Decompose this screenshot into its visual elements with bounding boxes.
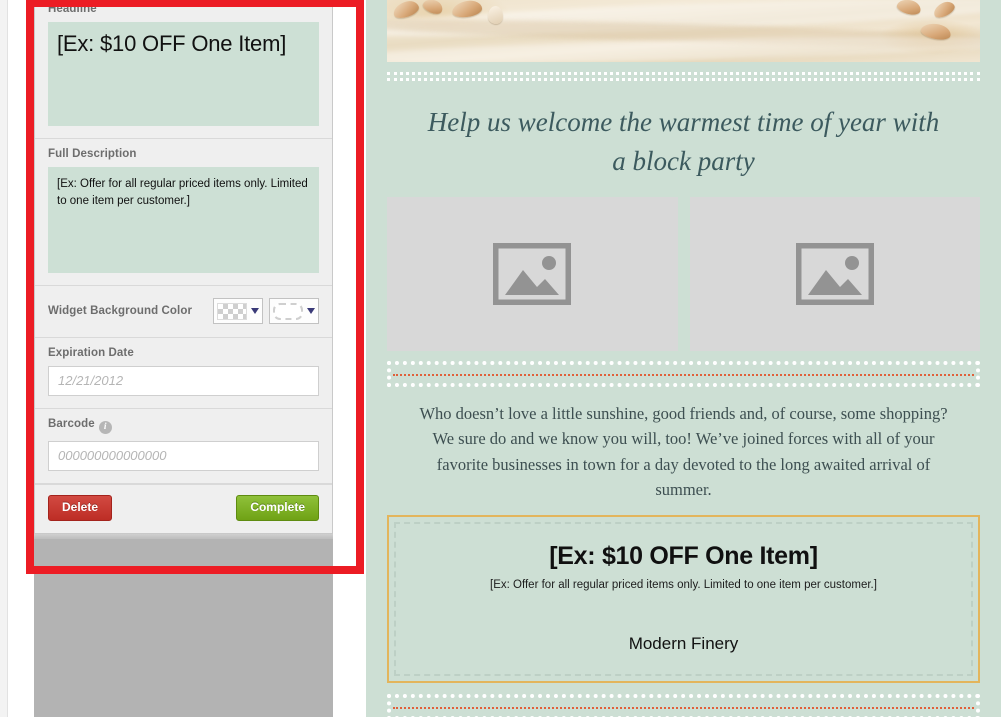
picture-icon: [795, 242, 874, 305]
email-preview-pane: Help us welcome the warmest time of year…: [366, 0, 1001, 717]
description-input[interactable]: [Ex: Offer for all regular priced items …: [48, 167, 319, 273]
offer-form-panel: Headline [Ex: $10 OFF One Item] Full Des…: [34, 0, 333, 535]
preview-headline[interactable]: Help us welcome the warmest time of year…: [366, 81, 1001, 197]
bottom-dropzone[interactable]: [387, 694, 980, 717]
complete-button[interactable]: Complete: [236, 495, 319, 522]
app-root: Headline [Ex: $10 OFF One Item] Full Des…: [0, 0, 1001, 717]
widget-background-color-label: Widget Background Color: [48, 305, 193, 317]
preview-body-copy[interactable]: Who doesn’t love a little sunshine, good…: [366, 387, 1001, 515]
description-field-row: Full Description [Ex: Offer for all regu…: [35, 139, 332, 286]
headline-field-row: Headline [Ex: $10 OFF One Item]: [35, 0, 332, 139]
chevron-down-icon: [251, 308, 259, 314]
sand-banner-image[interactable]: [387, 0, 980, 62]
form-action-bar: Delete Complete: [35, 484, 332, 533]
barcode-label-text: Barcode: [48, 418, 95, 430]
image-placeholder-1[interactable]: [387, 196, 678, 351]
picture-icon: [493, 242, 572, 305]
top-dropzone[interactable]: [387, 72, 980, 81]
editor-pane: Headline [Ex: $10 OFF One Item] Full Des…: [0, 0, 366, 717]
barcode-field-row: Barcode i 000000000000000: [35, 409, 332, 484]
offer-business-name: Modern Finery: [628, 634, 739, 653]
preview-image-row: [366, 196, 1001, 351]
chevron-down-icon: [307, 308, 315, 314]
border-color-picker[interactable]: [269, 298, 319, 324]
seashell-icon: [487, 6, 503, 24]
widget-background-color-row: Widget Background Color: [35, 286, 332, 338]
description-label: Full Description: [48, 148, 137, 160]
seashell-icon: [420, 0, 445, 17]
barcode-input[interactable]: 000000000000000: [48, 441, 319, 471]
offer-widget-inner: [Ex: $10 OFF One Item] [Ex: Offer for al…: [394, 522, 973, 676]
barcode-label: Barcode i: [48, 418, 319, 434]
transparent-swatch-icon: [217, 302, 247, 320]
banner-wrapper: [366, 0, 1001, 62]
dashed-outline-swatch-icon: [273, 302, 303, 320]
expiration-date-input[interactable]: 12/21/2012: [48, 366, 319, 396]
seashell-icon: [391, 0, 421, 21]
delete-button[interactable]: Delete: [48, 495, 113, 522]
middle-dropzone[interactable]: [387, 360, 980, 387]
page-left-gutter: [0, 0, 8, 717]
expiration-date-label: Expiration Date: [48, 347, 134, 359]
offer-subtext: [Ex: Offer for all regular priced items …: [490, 579, 877, 591]
expiration-date-field-row: Expiration Date 12/21/2012: [35, 338, 332, 409]
offer-editor-column: Headline [Ex: $10 OFF One Item] Full Des…: [34, 0, 333, 717]
offer-headline: [Ex: $10 OFF One Item]: [549, 542, 818, 570]
headline-input[interactable]: [Ex: $10 OFF One Item]: [48, 22, 319, 126]
editor-background-track: [34, 539, 333, 717]
offer-widget[interactable]: [Ex: $10 OFF One Item] [Ex: Offer for al…: [387, 515, 980, 683]
info-icon[interactable]: i: [98, 421, 112, 434]
annotation-rect-top: [26, 0, 364, 7]
image-placeholder-2[interactable]: [689, 196, 980, 351]
background-color-picker[interactable]: [213, 298, 263, 324]
